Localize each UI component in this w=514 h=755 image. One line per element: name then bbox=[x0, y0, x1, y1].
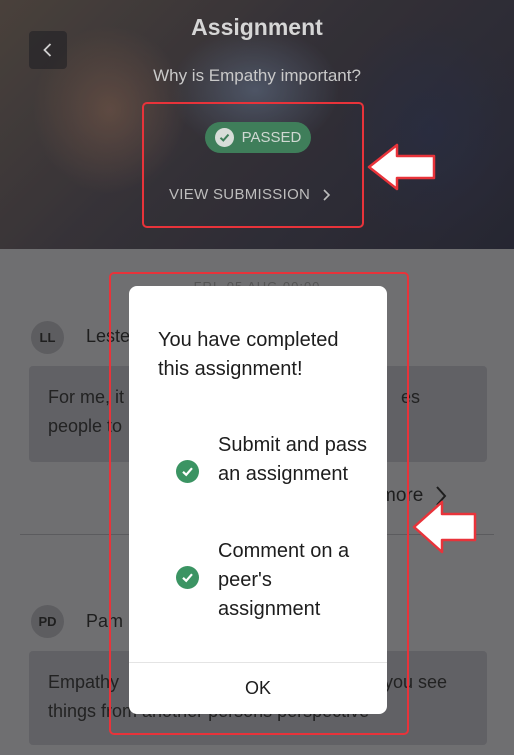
assignment-question: Why is Empathy important? bbox=[153, 66, 361, 85]
annotation-highlight-submission bbox=[142, 102, 364, 228]
chevron-left-icon bbox=[43, 43, 52, 57]
page-title: Assignment bbox=[191, 14, 323, 40]
annotation-arrow-icon bbox=[367, 143, 436, 191]
avatar: LL bbox=[31, 321, 64, 354]
annotation-arrow-icon bbox=[412, 500, 477, 554]
annotation-highlight-dialog bbox=[109, 272, 409, 735]
avatar: PD bbox=[31, 605, 64, 638]
